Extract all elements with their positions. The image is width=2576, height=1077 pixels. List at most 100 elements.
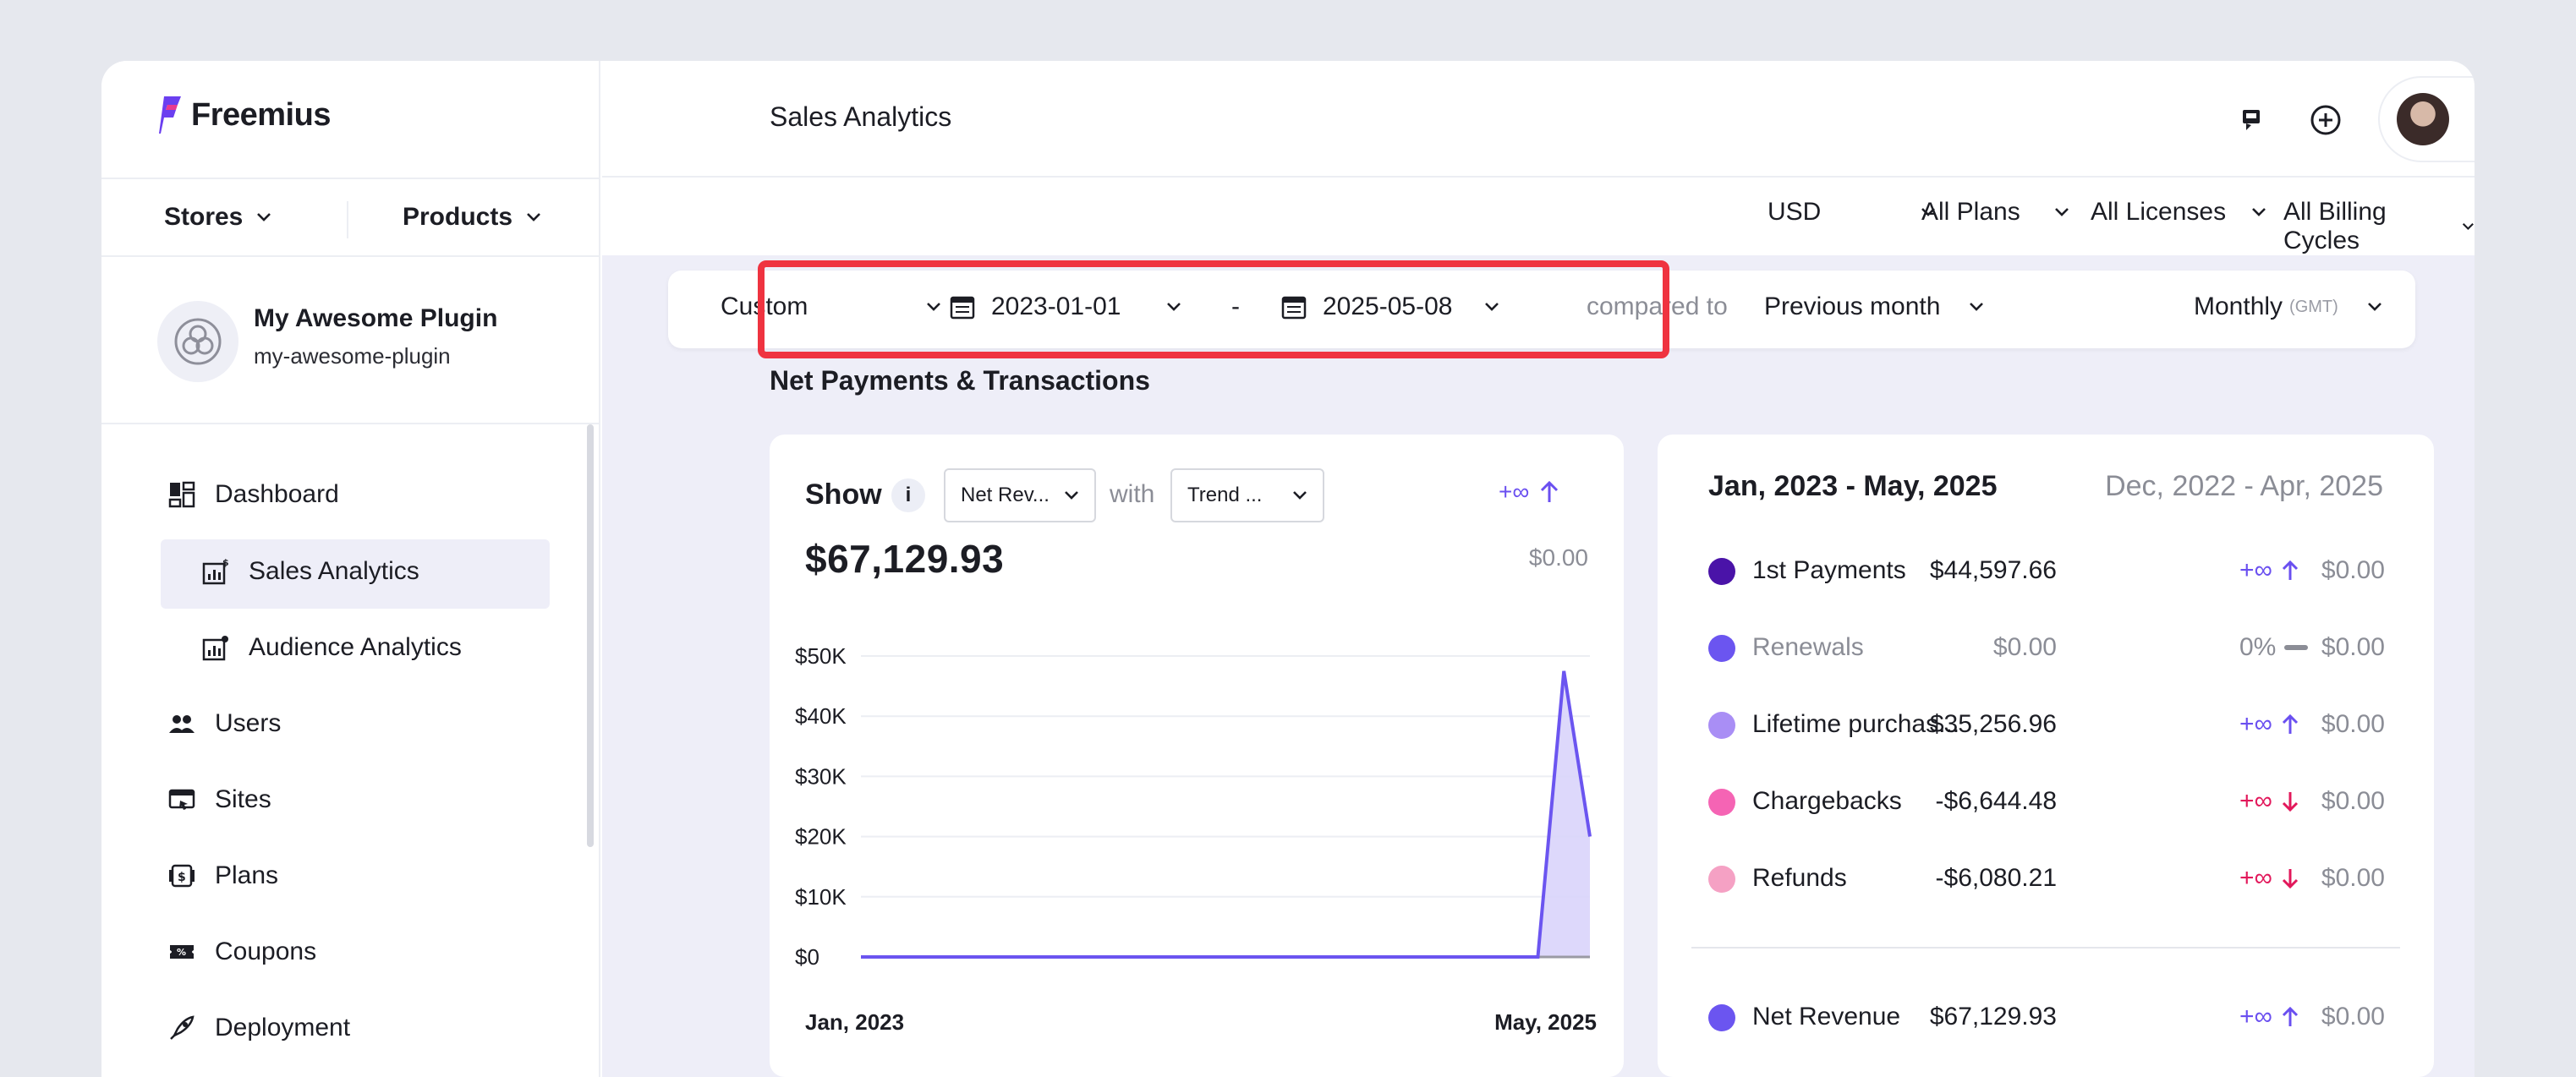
row-change-value: +∞ (2239, 1003, 2272, 1031)
row-change: +∞ (2239, 787, 2299, 816)
sidebar-item-audience-analytics[interactable]: Audience Analytics (201, 633, 462, 662)
plans-icon: $ (169, 864, 195, 888)
dashboard-icon (168, 481, 195, 508)
sidebar-item-users[interactable]: Users (167, 709, 281, 738)
freemius-logo[interactable]: Freemius (159, 95, 331, 135)
row-change: +∞ (2239, 864, 2299, 893)
compare-period-value: Previous month (1764, 292, 1941, 320)
arrow-up-icon (2282, 713, 2298, 734)
plans-select[interactable]: All Plans (1921, 198, 2069, 227)
billing-value: All Billing Cycles (2283, 198, 2387, 254)
row-previous-amount: $0.00 (2321, 556, 2385, 584)
legend-dot (1708, 866, 1735, 893)
stores-dropdown[interactable]: Stores (164, 203, 271, 232)
stores-label: Stores (164, 203, 244, 231)
sidebar-item-coupons[interactable]: % Coupons (167, 938, 316, 966)
arrow-down-icon (2282, 869, 2298, 889)
products-dropdown[interactable]: Products (403, 203, 541, 232)
divider (1691, 947, 2400, 949)
licenses-select[interactable]: All Licenses (2091, 198, 2266, 227)
avatar (2397, 93, 2449, 145)
sidebar: Freemius Stores Products My Awesome Plug… (101, 61, 600, 1077)
row-label: Chargebacks (1752, 787, 1902, 815)
y-tick-label: $40K (795, 703, 847, 729)
sites-icon (168, 789, 195, 810)
summary-row[interactable]: Net Revenue $67,129.93 +∞ $0.00 (1708, 999, 2385, 1036)
arrow-up-icon (2282, 560, 2298, 580)
show-label: Show (805, 478, 882, 511)
timezone-label: (GMT) (2289, 297, 2338, 316)
feedback-icon[interactable] (2234, 103, 2268, 137)
sidebar-item-label: Sites (215, 785, 271, 813)
sidebar-item-sales-analytics[interactable]: $ Sales Analytics (201, 557, 419, 586)
summary-row[interactable]: 1st Payments $44,597.66 +∞ $0.00 (1708, 553, 2385, 590)
store-product-switcher: Stores Products (101, 178, 600, 257)
section-title: Net Payments & Transactions (770, 365, 1150, 396)
y-tick-label: $10K (795, 884, 847, 910)
sidebar-item-sites[interactable]: Sites (167, 785, 271, 814)
sidebar-item-dashboard[interactable]: Dashboard (167, 480, 339, 509)
row-change-value: +∞ (2239, 864, 2272, 892)
sidebar-item-label: Dashboard (215, 480, 339, 508)
coupons-icon: % (170, 945, 194, 959)
trend-select[interactable]: Trend ... (1170, 468, 1324, 522)
info-icon[interactable]: i (891, 478, 925, 512)
compare-value: $0.00 (1528, 544, 1588, 571)
currency-value: USD (1768, 198, 1822, 226)
sidebar-item-label: Users (215, 709, 282, 737)
y-tick-label: $30K (795, 763, 847, 789)
sidebar-item-plans[interactable]: $ Plans (167, 861, 278, 890)
billing-cycle-select[interactable]: All Billing Cycles (2283, 198, 2475, 255)
row-label: Net Revenue (1752, 1003, 1901, 1031)
y-tick-label: $20K (795, 824, 847, 850)
sidebar-scrollbar[interactable] (587, 424, 594, 847)
chevron-down-icon (2367, 303, 2381, 311)
chevron-down-icon (1065, 491, 1078, 500)
audience-analytics-icon (202, 636, 228, 661)
y-tick-label: $50K (795, 643, 847, 669)
row-change: +∞ (2239, 710, 2299, 739)
sidebar-item-deployment[interactable]: Deployment (167, 1014, 350, 1042)
sidebar-item-label: Audience Analytics (249, 633, 462, 661)
metric-select[interactable]: Net Rev... (944, 468, 1096, 522)
app-window: Freemius Stores Products My Awesome Plug… (101, 61, 2475, 1077)
add-icon[interactable] (2309, 103, 2343, 137)
interval-value: Monthly (2194, 292, 2283, 320)
compare-range-label: Dec, 2022 - Apr, 2025 (2105, 470, 2383, 502)
row-label: Lifetime purchas... (1752, 710, 1960, 738)
currency-select[interactable]: USD (1768, 198, 1936, 227)
svg-text:$: $ (178, 871, 186, 884)
chevron-down-icon (1293, 491, 1307, 500)
summary-card: Jan, 2023 - May, 2025 Dec, 2022 - Apr, 2… (1658, 435, 2434, 1077)
compare-period-select[interactable]: Previous month (1764, 292, 1984, 321)
page-title: Sales Analytics (770, 101, 952, 132)
summary-row[interactable]: Chargebacks -$6,644.48 +∞ $0.00 (1708, 784, 2385, 821)
arrow-up-icon (2282, 1006, 2298, 1026)
chevron-down-icon (2054, 208, 2069, 216)
summary-row[interactable]: Renewals $0.00 0% $0.00 (1708, 630, 2385, 667)
user-menu[interactable] (2378, 76, 2475, 162)
net-revenue-chart: $0 $10K $20K $30K $40K $50K Jan, 2023 May, 2025 (795, 643, 1597, 1035)
freemius-logo-icon (159, 96, 181, 134)
row-amount: -$6,080.21 (1935, 864, 2057, 892)
series-line (861, 670, 1592, 959)
legend-dot (1708, 712, 1735, 739)
row-change-value: +∞ (2239, 556, 2272, 584)
row-previous-amount: $0.00 (2321, 787, 2385, 815)
row-change: +∞ (2239, 556, 2299, 585)
arrow-up-icon (1541, 480, 1559, 502)
sidebar-item-label: Sales Analytics (249, 557, 419, 585)
summary-row[interactable]: Refunds -$6,080.21 +∞ $0.00 (1708, 861, 2385, 898)
legend-dot (1708, 1004, 1735, 1031)
chevron-down-icon (1970, 303, 1984, 311)
trend-change: +∞ (1499, 478, 1559, 506)
plans-value: All Plans (1921, 198, 2020, 226)
products-label: Products (403, 203, 513, 231)
plugin-card[interactable]: My Awesome Plugin my-awesome-plugin (101, 259, 600, 424)
chevron-down-icon (527, 213, 540, 221)
summary-row[interactable]: Lifetime purchas... $35,256.96 +∞ $0.00 (1708, 707, 2385, 744)
main-content: Custom 2023-01-01 - 2025-05-08 compared … (602, 255, 2475, 1077)
x-tick-label: May, 2025 (1494, 1009, 1597, 1035)
interval-select[interactable]: Monthly (GMT) (2194, 292, 2382, 321)
row-change: +∞ (2239, 1003, 2299, 1031)
